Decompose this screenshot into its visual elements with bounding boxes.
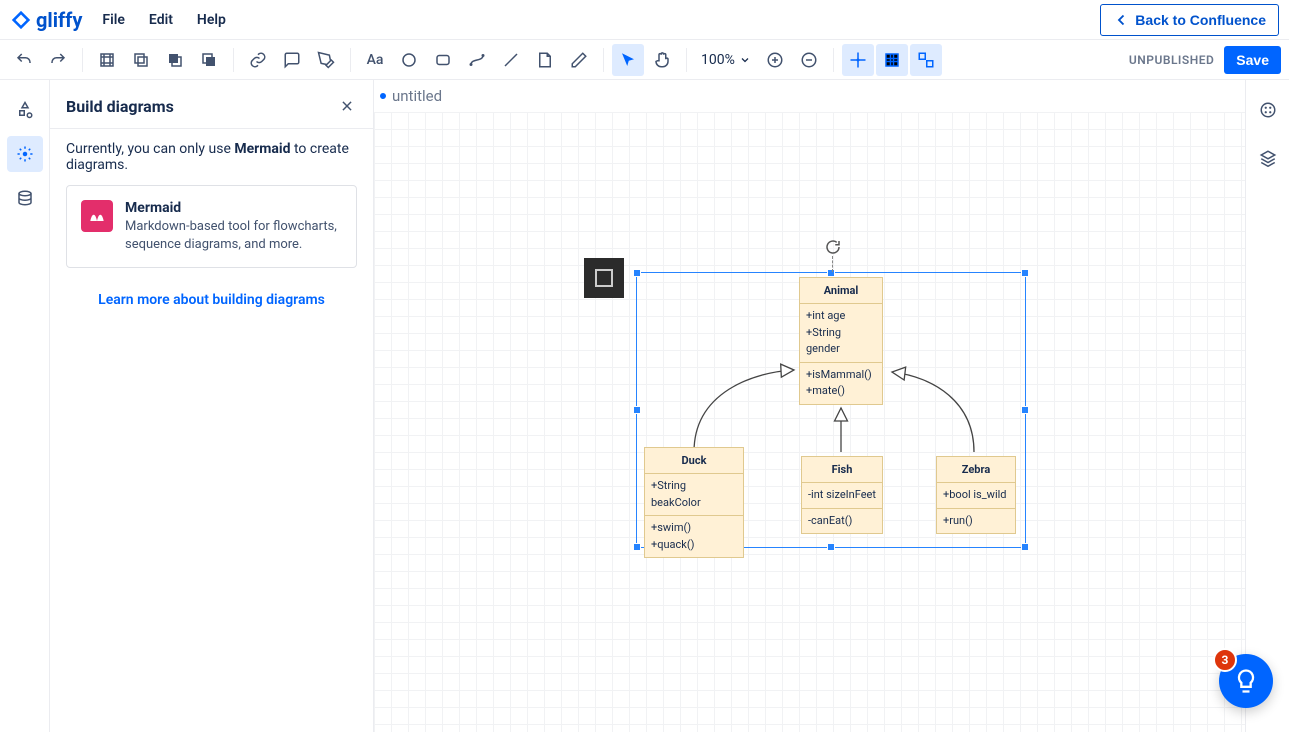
- pen-button[interactable]: [563, 44, 595, 76]
- unsaved-dot-icon: [380, 93, 386, 99]
- undo-button[interactable]: [8, 44, 40, 76]
- card-title: Mermaid: [125, 200, 342, 216]
- fit-button[interactable]: [91, 44, 123, 76]
- resize-handle-s[interactable]: [827, 543, 835, 551]
- snap-grid-button[interactable]: [842, 44, 874, 76]
- back-label: Back to Confluence: [1135, 12, 1266, 28]
- zoom-out-button[interactable]: [793, 44, 825, 76]
- layers-button[interactable]: [1250, 140, 1286, 176]
- pan-button[interactable]: [646, 44, 678, 76]
- uml-fish[interactable]: Fish -int sizeInFeet -canEat(): [801, 456, 883, 534]
- text-button[interactable]: Aa: [359, 44, 391, 76]
- circle-button[interactable]: [393, 44, 425, 76]
- logo-text: gliffy: [36, 8, 82, 32]
- line-button[interactable]: [495, 44, 527, 76]
- build-diagrams-tab[interactable]: [7, 136, 43, 172]
- data-tab[interactable]: [7, 180, 43, 216]
- lightbulb-icon: [1232, 667, 1260, 695]
- rotate-line: [832, 256, 833, 272]
- publish-status: UNPUBLISHED: [1129, 53, 1214, 67]
- pointer-button[interactable]: [612, 44, 644, 76]
- menu-edit[interactable]: Edit: [149, 12, 173, 28]
- resize-handle-nw[interactable]: [633, 269, 641, 277]
- link-button[interactable]: [242, 44, 274, 76]
- tab-bar: untitled: [374, 80, 1245, 112]
- grid-button[interactable]: [876, 44, 908, 76]
- rect-button[interactable]: [427, 44, 459, 76]
- panel-hint: Currently, you can only use Mermaid to c…: [66, 141, 357, 173]
- help-badge: 3: [1213, 648, 1237, 672]
- menubar: gliffy File Edit Help Back to Confluence: [0, 0, 1289, 40]
- resize-handle-w[interactable]: [633, 406, 641, 414]
- uml-fish-name: Fish: [802, 457, 882, 483]
- uml-animal[interactable]: Animal +int age +String gender +isMammal…: [799, 277, 883, 405]
- app-logo[interactable]: gliffy: [10, 8, 82, 32]
- draw-button[interactable]: [310, 44, 342, 76]
- toolbar: Aa 100% UNPUBLISHED Save: [0, 40, 1289, 80]
- chevron-down-icon: [739, 54, 751, 66]
- gliffy-logo-icon: [10, 9, 32, 31]
- learn-more-link[interactable]: Learn more about building diagrams: [66, 292, 357, 308]
- chevron-left-icon: [1113, 11, 1131, 29]
- side-panel: Build diagrams Currently, you can only u…: [50, 80, 374, 732]
- shape-toolbox[interactable]: [584, 258, 624, 298]
- canvas[interactable]: Animal +int age +String gender +isMammal…: [374, 112, 1245, 732]
- menu-items: File Edit Help: [102, 12, 225, 28]
- zoom-control[interactable]: 100%: [695, 52, 757, 68]
- theme-button[interactable]: [1250, 92, 1286, 128]
- close-icon: [340, 99, 354, 113]
- right-rail: [1245, 80, 1289, 732]
- save-button[interactable]: Save: [1224, 46, 1281, 74]
- uml-zebra[interactable]: Zebra +bool is_wild +run(): [936, 456, 1016, 534]
- help-button[interactable]: 3: [1219, 654, 1273, 708]
- connector-button[interactable]: [461, 44, 493, 76]
- back-button[interactable]: [193, 44, 225, 76]
- card-desc: Markdown-based tool for flowcharts, sequ…: [125, 218, 342, 253]
- guides-button[interactable]: [910, 44, 942, 76]
- panel-close-button[interactable]: [337, 96, 357, 116]
- comment-button[interactable]: [276, 44, 308, 76]
- mermaid-card[interactable]: Mermaid Markdown-based tool for flowchar…: [66, 185, 357, 268]
- resize-handle-ne[interactable]: [1021, 269, 1029, 277]
- menu-help[interactable]: Help: [197, 12, 226, 28]
- mermaid-icon: [81, 200, 113, 232]
- uml-duck[interactable]: Duck +String beakColor +swim() +quack(): [644, 447, 744, 558]
- rotate-handle[interactable]: [824, 238, 842, 256]
- panel-title: Build diagrams: [66, 97, 174, 116]
- shapes-tab[interactable]: [7, 92, 43, 128]
- back-to-confluence-button[interactable]: Back to Confluence: [1100, 4, 1279, 36]
- resize-handle-n[interactable]: [827, 269, 835, 277]
- uml-zebra-name: Zebra: [937, 457, 1015, 483]
- uml-animal-name: Animal: [800, 278, 882, 304]
- zoom-in-button[interactable]: [759, 44, 791, 76]
- uml-duck-name: Duck: [645, 448, 743, 474]
- resize-handle-e[interactable]: [1021, 406, 1029, 414]
- canvas-area: untitled: [374, 80, 1245, 732]
- main: Build diagrams Currently, you can only u…: [0, 80, 1289, 732]
- menu-file[interactable]: File: [102, 12, 125, 28]
- tab-title[interactable]: untitled: [392, 87, 442, 105]
- copy-button[interactable]: [125, 44, 157, 76]
- resize-handle-se[interactable]: [1021, 543, 1029, 551]
- redo-button[interactable]: [42, 44, 74, 76]
- resize-handle-sw[interactable]: [633, 543, 641, 551]
- note-button[interactable]: [529, 44, 561, 76]
- front-button[interactable]: [159, 44, 191, 76]
- left-rail: [0, 80, 50, 732]
- zoom-value: 100%: [701, 52, 735, 68]
